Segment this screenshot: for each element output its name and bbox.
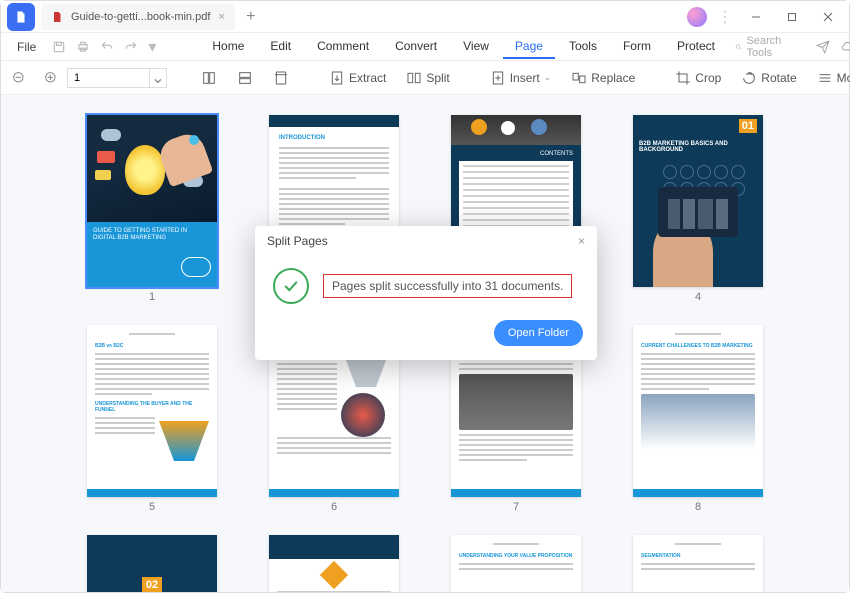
page-number-input[interactable] <box>67 68 149 88</box>
menu-view[interactable]: View <box>451 35 501 59</box>
menu-home[interactable]: Home <box>200 35 256 59</box>
page-toolbar: ⌄ Extract Split Insert ⌄ Replace Crop Rot… <box>1 61 849 95</box>
dialog-message: Pages split successfully into 31 documen… <box>323 274 572 298</box>
quick-dropdown-icon[interactable]: ▾ <box>148 37 156 57</box>
section-title: CURRENT CHALLENGES TO B2B MARKETING <box>641 343 755 349</box>
split-label: Split <box>426 71 449 85</box>
menu-protect[interactable]: Protect <box>665 35 727 59</box>
page-thumbnail[interactable] <box>269 535 399 592</box>
kebab-icon[interactable]: ⋮ <box>717 7 733 27</box>
page-thumbnail[interactable]: 01 B2B MARKETING BASICS AND BACKGROUND <box>633 115 763 287</box>
cloud-icon[interactable] <box>840 40 850 54</box>
split-button[interactable]: Split <box>400 67 455 89</box>
app-logo <box>7 3 35 31</box>
titlebar: Guide-to-getti...book-min.pdf × + ⋮ <box>1 1 849 33</box>
maximize-button[interactable] <box>779 4 805 30</box>
print-icon[interactable] <box>76 40 90 54</box>
page-thumbnail[interactable]: 02 PLANNING <box>87 535 217 592</box>
rotate-button[interactable]: Rotate <box>735 67 802 89</box>
page-thumbnail[interactable]: UNDERSTANDING YOUR VALUE PROPOSITION <box>451 535 581 592</box>
menu-form[interactable]: Form <box>611 35 663 59</box>
chevron-down-icon: ⌄ <box>544 72 552 83</box>
organize-left-button[interactable] <box>195 67 223 89</box>
open-folder-button[interactable]: Open Folder <box>494 320 583 346</box>
page-thumbnail[interactable]: SEGMENTATION <box>633 535 763 592</box>
rotate-label: Rotate <box>761 71 796 85</box>
success-check-icon <box>273 268 309 304</box>
tab-label: Guide-to-getti...book-min.pdf <box>71 11 210 23</box>
organize-right-button[interactable] <box>231 67 259 89</box>
section-title: B2B vs B2C <box>95 343 209 349</box>
section-title: UNDERSTANDING YOUR VALUE PROPOSITION <box>459 553 573 559</box>
menubar: File ▾ HomeEditCommentConvertViewPageToo… <box>1 33 849 61</box>
chapter-number: 02 <box>142 577 162 592</box>
menu-tools[interactable]: Tools <box>557 35 609 59</box>
chapter-number: 01 <box>739 119 757 133</box>
chapter-title: B2B MARKETING BASICS AND BACKGROUND <box>639 141 757 153</box>
avatar[interactable] <box>687 7 707 27</box>
more-label: More <box>837 71 850 85</box>
undo-icon[interactable] <box>100 40 114 54</box>
page-number: 8 <box>695 501 701 513</box>
send-icon[interactable] <box>816 40 830 54</box>
minimize-button[interactable] <box>743 4 769 30</box>
page-thumbnail[interactable]: B2B vs B2C UNDERSTANDING THE BUYER AND T… <box>87 325 217 497</box>
zoom-out-button[interactable] <box>11 70 27 86</box>
menu-convert[interactable]: Convert <box>383 35 449 59</box>
page-number: 7 <box>513 501 519 513</box>
page-number: 4 <box>695 291 701 303</box>
page-number: 6 <box>331 501 337 513</box>
dialog-close-icon[interactable]: × <box>578 234 585 248</box>
delete-page-button[interactable] <box>267 67 295 89</box>
insert-label: Insert <box>510 71 540 85</box>
zoom-in-button[interactable] <box>43 70 59 86</box>
menu-edit[interactable]: Edit <box>258 35 303 59</box>
section-title: UNDERSTANDING THE BUYER AND THE FUNNEL <box>95 401 209 413</box>
page-number: 1 <box>149 291 155 303</box>
extract-label: Extract <box>349 71 386 85</box>
page-number: 5 <box>149 501 155 513</box>
tab-close-icon[interactable]: × <box>218 11 224 23</box>
split-pages-dialog: Split Pages × Pages split successfully i… <box>255 226 597 360</box>
page-thumbnail[interactable]: CURRENT CHALLENGES TO B2B MARKETING <box>633 325 763 497</box>
document-tab[interactable]: Guide-to-getti...book-min.pdf × <box>41 4 235 30</box>
cover-title: GUIDE TO GETTING STARTED IN DIGITAL B2B … <box>93 228 211 244</box>
redo-icon[interactable] <box>124 40 138 54</box>
replace-label: Replace <box>591 71 635 85</box>
page-dropdown-icon[interactable]: ⌄ <box>149 68 167 88</box>
menu-comment[interactable]: Comment <box>305 35 381 59</box>
crop-button[interactable]: Crop <box>669 67 727 89</box>
close-button[interactable] <box>815 4 841 30</box>
page-thumbnail[interactable]: GUIDE TO GETTING STARTED IN DIGITAL B2B … <box>87 115 217 287</box>
replace-button[interactable]: Replace <box>565 67 641 89</box>
save-icon[interactable] <box>52 40 66 54</box>
more-button[interactable]: More⌄ <box>811 67 850 89</box>
extract-button[interactable]: Extract <box>323 67 392 89</box>
intro-title: INTRODUCTION <box>279 135 389 141</box>
insert-button[interactable]: Insert ⌄ <box>484 67 558 89</box>
contents-title: CONTENTS <box>459 151 573 157</box>
section-title: SEGMENTATION <box>641 553 755 559</box>
dialog-title: Split Pages <box>267 234 328 248</box>
file-menu[interactable]: File <box>9 40 44 54</box>
new-tab-button[interactable]: + <box>241 7 261 27</box>
search-tools-label: Search Tools <box>746 35 785 59</box>
menu-page[interactable]: Page <box>503 35 555 59</box>
search-tools[interactable]: Search Tools <box>735 35 796 59</box>
crop-label: Crop <box>695 71 721 85</box>
